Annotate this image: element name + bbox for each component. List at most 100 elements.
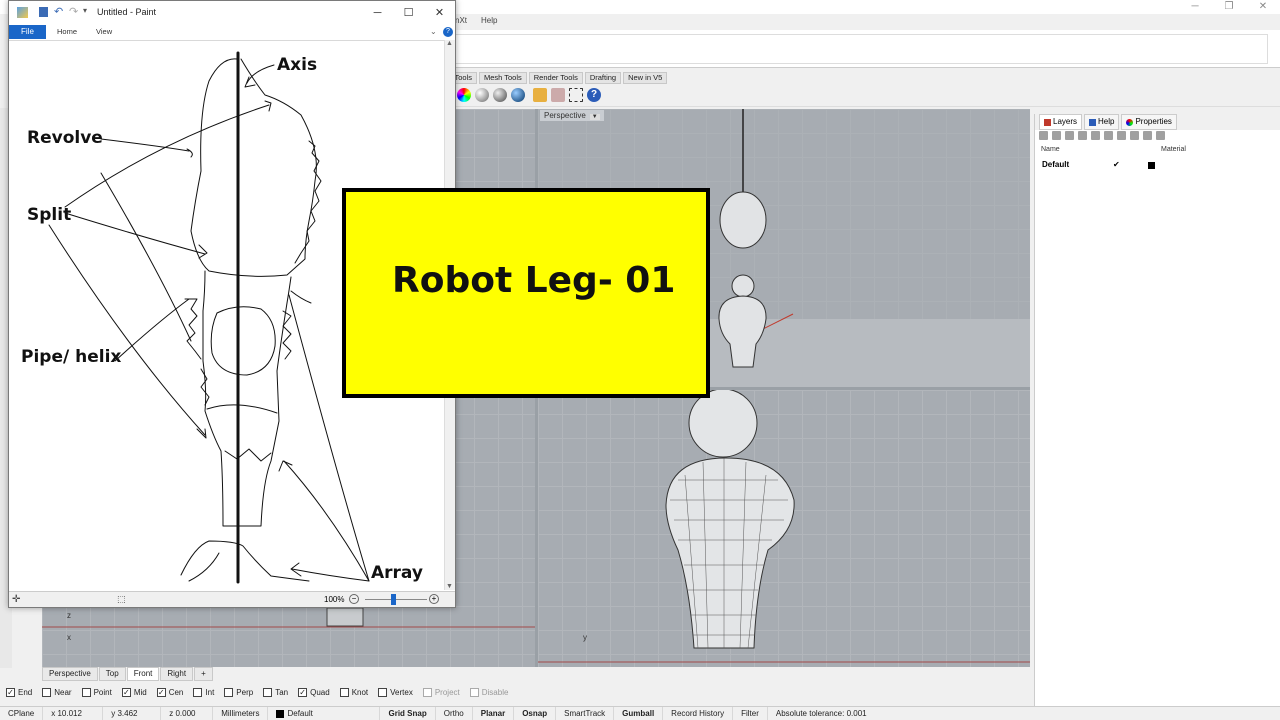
environment-sphere-icon[interactable] [511,88,525,102]
tab-help[interactable]: Help [1084,114,1120,130]
osnap-button[interactable]: Osnap [514,707,557,720]
col-material[interactable]: Material [1161,146,1186,153]
menu-item[interactable]: nXt [455,14,467,28]
add-viewport-icon[interactable]: + [194,667,213,681]
osnap-checkbox[interactable] [42,687,52,697]
grid-snap-button[interactable]: Grid Snap [380,707,436,720]
close-icon[interactable]: ✕ [1246,0,1280,14]
current-layer-check[interactable]: ✔ [1113,160,1120,169]
paint-app-icon[interactable] [17,7,28,18]
move-up-icon[interactable] [1078,131,1087,140]
osnap-cen[interactable]: ✓ Cen [156,687,183,697]
scroll-down-icon[interactable]: ▼ [446,583,453,590]
toolbar-tab-new-in-v5[interactable]: New in V5 [623,72,668,84]
osnap-int[interactable]: Int [193,687,214,697]
osnap-tan[interactable]: Tan [263,687,288,697]
osnap-vertex[interactable]: Vertex [378,687,413,697]
selection-icon[interactable] [569,88,583,102]
save-icon[interactable] [39,7,48,17]
osnap-point[interactable]: Point [81,687,112,697]
help-icon[interactable]: ? [587,88,601,102]
zoom-out-icon[interactable]: − [349,594,359,604]
file-tab[interactable]: File [9,25,46,39]
osnap-end[interactable]: ✓ End [6,687,32,697]
undo-icon[interactable]: ↶ [54,5,63,18]
expand-ribbon-icon[interactable]: ⌄ [430,25,437,39]
ortho-button[interactable]: Ortho [436,707,473,720]
osnap-checkbox[interactable] [81,687,91,697]
toolbar-tab-drafting[interactable]: Drafting [584,72,622,84]
home-tab[interactable]: Home [57,25,77,39]
osnap-checkbox[interactable] [193,687,203,697]
rendered-sphere-icon[interactable] [493,88,507,102]
osnap-checkbox[interactable] [339,687,349,697]
toolbar-tab-mesh-tools[interactable]: Mesh Tools [478,72,527,84]
tab-properties[interactable]: Properties [1121,114,1177,130]
tab-perspective[interactable]: Perspective [42,667,98,681]
tab-top[interactable]: Top [98,667,126,681]
redo-icon[interactable]: ↷ [69,5,78,18]
help-icon[interactable] [1156,131,1165,140]
tab-layers[interactable]: Layers [1039,114,1083,130]
gumball-button[interactable]: Gumball [614,707,664,720]
osnap-checkbox[interactable]: ✓ [121,687,131,697]
minimize-icon[interactable]: ─ [1178,0,1212,14]
smarttrack-button[interactable]: SmartTrack [556,707,615,720]
osnap-checkbox[interactable]: ✓ [156,687,166,697]
command-history-area[interactable] [455,30,1280,68]
help-icon[interactable]: ? [443,27,453,37]
svg-text:y: y [583,633,587,642]
maximize-icon[interactable]: ☐ [393,1,424,25]
spotlight-icon[interactable] [533,88,547,102]
restore-icon[interactable]: ❐ [1212,0,1246,14]
zoom-slider-thumb[interactable] [391,594,396,605]
delete-layer-icon[interactable] [1065,131,1074,140]
menu-item-help[interactable]: Help [481,14,497,28]
osnap-checkbox[interactable] [469,687,479,697]
close-icon[interactable]: ✕ [424,1,455,25]
osnap-checkbox[interactable] [378,687,388,697]
osnap-knot[interactable]: Knot [339,687,368,697]
new-sublayer-icon[interactable] [1052,131,1061,140]
quick-access-dropdown-icon[interactable]: ▾ [83,6,87,15]
texture-icon[interactable] [551,88,565,102]
layer-color-swatch[interactable] [1148,162,1155,169]
osnap-checkbox[interactable] [263,687,273,697]
layer-name[interactable]: Default [1042,160,1069,169]
osnap-checkbox[interactable]: ✓ [6,687,15,697]
osnap-checkbox[interactable] [224,687,234,697]
minimize-icon[interactable]: ─ [362,1,393,25]
col-name[interactable]: Name [1041,146,1060,153]
osnap-project[interactable]: Project [422,687,460,697]
osnap-disable[interactable]: Disable [469,687,508,697]
osnap-quad[interactable]: ✓ Quad [298,687,330,697]
new-layer-icon[interactable] [1039,131,1048,140]
filter-button[interactable]: Filter [733,707,768,720]
move-down-icon[interactable] [1091,131,1100,140]
osnap-checkbox[interactable] [422,687,432,697]
toolbar-tab-render-tools[interactable]: Render Tools [528,72,583,84]
zoom-slider[interactable] [365,599,427,600]
status-cplane[interactable]: CPlane [0,707,44,720]
shaded-sphere-icon[interactable] [475,88,489,102]
command-history[interactable] [455,34,1268,64]
document-icon[interactable] [1130,131,1139,140]
tools-icon[interactable] [1143,131,1152,140]
filter-icon[interactable] [1117,131,1126,140]
viewport-bottom-right[interactable]: y [538,390,1030,667]
color-wheel-icon[interactable] [457,88,471,102]
view-tab[interactable]: View [96,25,112,39]
planar-button[interactable]: Planar [473,707,515,720]
tab-right[interactable]: Right [160,667,194,681]
osnap-mid[interactable]: ✓ Mid [121,687,147,697]
record-history-button[interactable]: Record History [663,707,734,720]
tab-front[interactable]: Front [126,667,160,681]
status-layer[interactable]: Default [268,707,381,720]
osnap-checkbox[interactable]: ✓ [298,687,308,697]
move-left-icon[interactable] [1104,131,1113,140]
osnap-perp[interactable]: Perp [224,687,253,697]
layer-row[interactable]: Default ✔ [1035,160,1280,172]
osnap-near[interactable]: Near [42,687,72,697]
scroll-up-icon[interactable]: ▲ [446,40,453,47]
zoom-in-icon[interactable]: + [429,594,439,604]
